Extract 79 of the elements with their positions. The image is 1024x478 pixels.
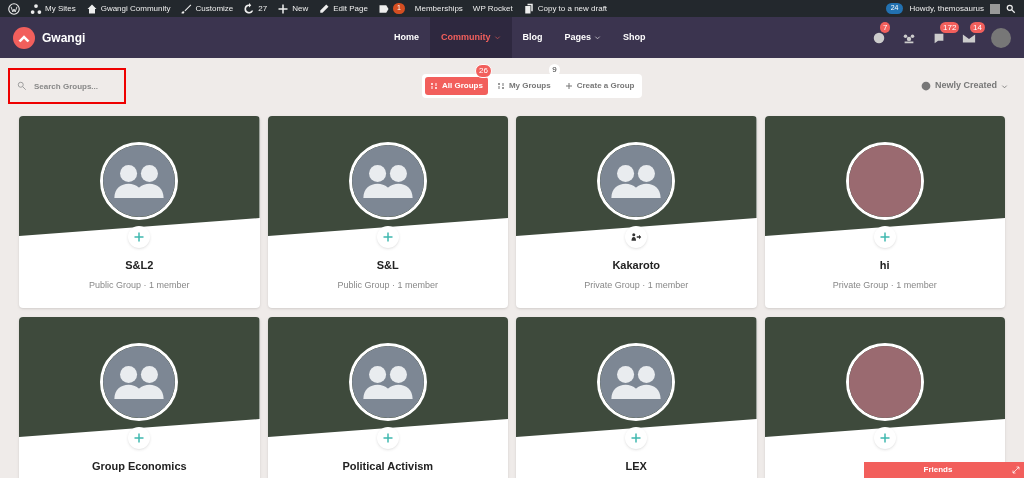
group-name[interactable]: S&L2 xyxy=(125,257,154,274)
copy-icon xyxy=(522,2,535,15)
notification-badge: 7 xyxy=(880,21,891,33)
search-icon xyxy=(1006,3,1016,14)
admin-bar-item[interactable]: Copy to a new draft xyxy=(522,2,608,15)
admin-bar-item[interactable]: WP Rocket xyxy=(472,2,513,15)
plus-icon xyxy=(133,432,146,444)
person-arrow-icon xyxy=(630,231,643,243)
notification-badge: 14 xyxy=(970,21,985,33)
nav-link[interactable]: Shop xyxy=(612,17,657,58)
group-name[interactable]: Group Economics xyxy=(91,458,187,475)
sort-dropdown[interactable]: Newly Created xyxy=(920,79,1008,93)
count-badge: 26 xyxy=(475,64,492,78)
admin-bar-item[interactable]: My Sites xyxy=(30,2,76,15)
group-card[interactable]: Group Economics xyxy=(19,317,260,478)
group-name[interactable]: Kakaroto xyxy=(612,257,661,274)
join-group-button[interactable] xyxy=(873,427,896,449)
plus-icon xyxy=(381,231,394,243)
nav-link[interactable]: Home xyxy=(383,17,430,58)
chevron-down-icon xyxy=(1001,82,1008,90)
admin-bar-item[interactable]: Memberships xyxy=(414,2,463,15)
join-group-button[interactable] xyxy=(376,427,399,449)
admin-bar-item[interactable]: 27 xyxy=(243,2,268,15)
group-name[interactable]: S&L xyxy=(376,257,399,274)
request-membership-button[interactable] xyxy=(625,226,648,248)
plus-icon xyxy=(133,231,146,243)
plus-icon xyxy=(564,82,573,90)
group-name[interactable]: hi xyxy=(879,257,890,274)
group-name[interactable]: LEX xyxy=(625,458,647,475)
join-group-button[interactable] xyxy=(873,226,896,248)
admin-bar-item[interactable]: New xyxy=(277,2,309,15)
plus-icon xyxy=(630,432,643,444)
wordpress-logo-icon xyxy=(8,2,20,15)
user-avatar-placeholder[interactable] xyxy=(991,27,1011,48)
group-tab[interactable]: My Groups xyxy=(491,77,556,95)
group-card[interactable]: Kakaroto Private Group · 1 member xyxy=(516,116,757,308)
logo-icon xyxy=(13,26,35,49)
brush-icon xyxy=(180,2,193,15)
group-card[interactable]: hi Private Group · 1 member xyxy=(764,116,1005,308)
network-icon xyxy=(30,2,42,15)
group-card[interactable]: S&L2 Public Group · 1 member xyxy=(19,116,260,308)
group-name[interactable]: Political Activism xyxy=(342,458,434,475)
house-icon xyxy=(85,2,98,15)
account-link[interactable]: Howdy, themosaurus xyxy=(909,2,984,15)
chevron-down-icon xyxy=(594,34,602,41)
group-meta: Public Group · 1 member xyxy=(88,278,190,292)
group-tab[interactable]: Create a Group xyxy=(559,77,640,95)
nav-link[interactable]: Blog xyxy=(511,17,554,58)
site-logo[interactable]: Gwangi xyxy=(13,26,383,49)
search-icon xyxy=(17,81,27,91)
chevron-down-icon xyxy=(493,34,501,41)
join-group-button[interactable] xyxy=(625,427,648,449)
plus-icon xyxy=(878,432,891,444)
avatar-placeholder xyxy=(990,3,1000,14)
join-group-button[interactable] xyxy=(128,427,151,449)
plus-icon xyxy=(878,231,891,243)
nav-link[interactable]: Pages xyxy=(553,17,613,58)
group-meta: Private Group · 1 member xyxy=(584,278,689,292)
admin-bar-item[interactable]: Gwangi Community xyxy=(85,2,171,15)
expand-icon xyxy=(1012,466,1020,474)
join-group-button[interactable] xyxy=(376,226,399,248)
group-meta: Public Group · 1 member xyxy=(337,278,438,292)
join-group-button[interactable] xyxy=(128,226,151,248)
group-meta: Private Group · 1 member xyxy=(832,278,937,292)
admin-bar-item[interactable] xyxy=(8,2,20,15)
count-badge: 9 xyxy=(549,64,560,76)
group-card[interactable]: S&L Public Group · 1 member xyxy=(267,116,508,308)
group-card[interactable]: Political Activism xyxy=(267,317,508,478)
group-card[interactable] xyxy=(764,317,1005,478)
pencil-icon xyxy=(318,2,331,15)
plus-icon xyxy=(277,2,290,15)
notification-badge: 172 xyxy=(940,21,960,33)
admin-bar-item[interactable]: Customize xyxy=(180,2,234,15)
refresh-icon xyxy=(243,2,256,15)
admin-bar-item[interactable]: Edit Page xyxy=(318,2,368,15)
search-field[interactable]: Search Groups... xyxy=(8,68,126,104)
plus-icon xyxy=(381,432,394,444)
nav-link[interactable]: Community xyxy=(430,17,512,58)
group-card[interactable]: LEX xyxy=(516,317,757,478)
